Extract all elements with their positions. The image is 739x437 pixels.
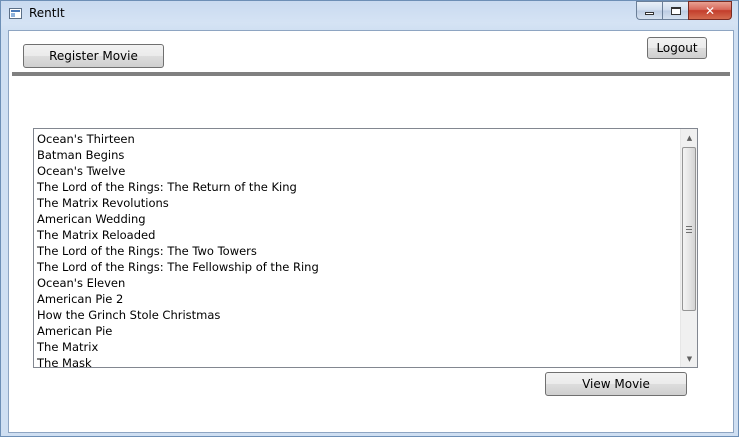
separator [12, 72, 730, 76]
list-item[interactable]: Batman Begins [36, 147, 676, 163]
caption-buttons: ✕ [636, 1, 732, 21]
maximize-button[interactable] [662, 1, 688, 20]
list-item[interactable]: The Matrix [36, 339, 676, 355]
maximize-icon [670, 6, 681, 15]
list-item[interactable]: The Matrix Reloaded [36, 227, 676, 243]
list-item[interactable]: American Pie 2 [36, 291, 676, 307]
close-icon: ✕ [704, 3, 716, 18]
list-item[interactable]: The Lord of the Rings: The Return of the… [36, 179, 676, 195]
view-movie-button[interactable]: View Movie [545, 372, 687, 396]
main-content: Register Movie Logout Ocean's Thirteen Ba… [8, 30, 734, 433]
minimize-button[interactable] [636, 1, 662, 20]
window-title: RentIt [29, 6, 65, 20]
scroll-up-icon[interactable]: ▲ [681, 129, 697, 146]
title-bar[interactable]: RentIt ✕ [1, 1, 738, 29]
scrollbar-thumb[interactable] [682, 147, 696, 311]
scroll-down-icon[interactable]: ▼ [681, 350, 697, 367]
list-item[interactable]: The Lord of the Rings: The Fellowship of… [36, 259, 676, 275]
logout-button[interactable]: Logout [647, 37, 707, 59]
movie-list: Ocean's Thirteen Batman Begins Ocean's Twe… [36, 131, 676, 367]
app-window: RentIt ✕ Register Movie Logout Ocean's T… [0, 0, 739, 437]
list-item[interactable]: The Lord of the Rings: The Two Towers [36, 243, 676, 259]
vertical-scrollbar[interactable]: ▲ ▼ [680, 129, 697, 367]
list-item[interactable]: How the Grinch Stole Christmas [36, 307, 676, 323]
movie-listbox[interactable]: Ocean's Thirteen Batman Begins Ocean's Twe… [33, 128, 698, 368]
minimize-icon [645, 12, 654, 15]
close-button[interactable]: ✕ [688, 1, 732, 20]
list-item[interactable]: The Matrix Revolutions [36, 195, 676, 211]
list-item[interactable]: Ocean's Thirteen [36, 131, 676, 147]
grip-icon [686, 226, 692, 233]
register-movie-button[interactable]: Register Movie [23, 44, 164, 68]
app-icon[interactable] [9, 8, 22, 19]
list-item[interactable]: American Wedding [36, 211, 676, 227]
list-item[interactable]: Ocean's Twelve [36, 163, 676, 179]
list-item[interactable]: American Pie [36, 323, 676, 339]
list-item[interactable]: Ocean's Eleven [36, 275, 676, 291]
list-item[interactable]: The Mask [36, 355, 676, 367]
